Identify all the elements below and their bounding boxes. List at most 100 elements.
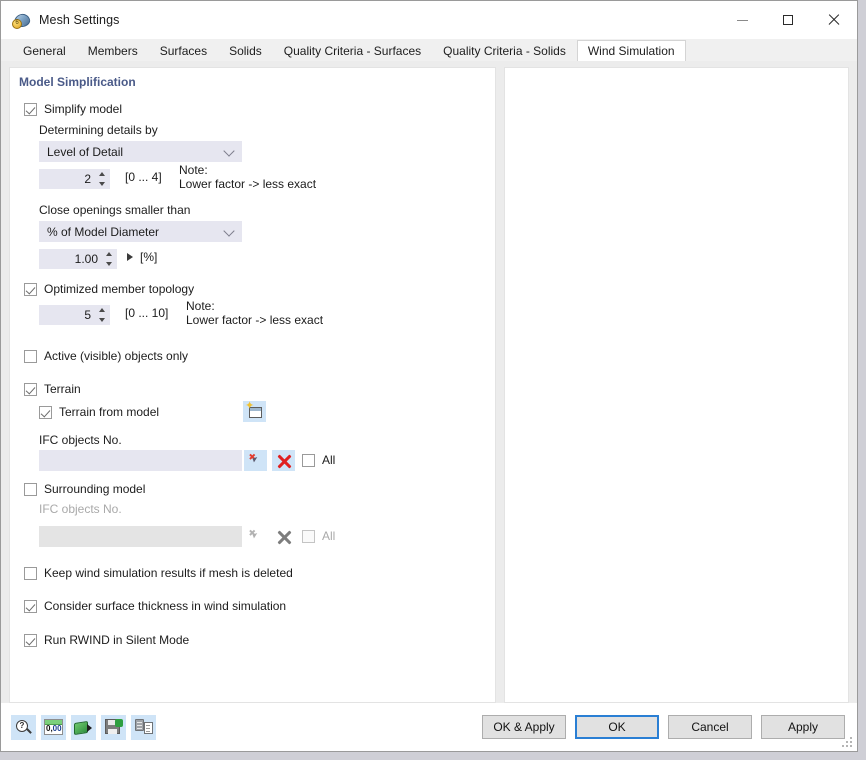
checkbox-box: [24, 349, 37, 363]
window-title: Mesh Settings: [39, 13, 120, 27]
close-openings-number: 1.00: [74, 252, 98, 266]
select-objects-icon: ✖: [249, 528, 263, 544]
ok-button[interactable]: OK: [575, 715, 659, 739]
stepper-arrows-icon[interactable]: [104, 252, 113, 266]
terrain-all-checkbox[interactable]: All: [302, 453, 335, 467]
optimized-member-topology-stepper[interactable]: 5: [39, 305, 110, 325]
select-objects-icon: ✖: [249, 452, 263, 468]
tab-surfaces[interactable]: Surfaces: [148, 40, 219, 61]
maximize-icon: [783, 15, 793, 25]
checkbox-box: [24, 102, 37, 116]
determining-details-dropdown[interactable]: Level of Detail: [39, 141, 242, 162]
apply-button[interactable]: Apply: [761, 715, 845, 739]
optimized-member-topology-range: [0 ... 10]: [125, 306, 169, 320]
terrain-select-objects-button[interactable]: ✖: [244, 450, 267, 471]
optimized-member-topology-label: Optimized member topology: [44, 282, 195, 296]
tab-solids[interactable]: Solids: [218, 40, 273, 61]
export-model-icon: [74, 720, 93, 735]
ok-and-apply-button[interactable]: OK & Apply: [482, 715, 566, 739]
save-settings-icon: [104, 719, 123, 735]
optimized-member-topology-note: Note: Lower factor -> less exact: [186, 299, 324, 327]
level-of-detail-note: Note: Lower factor -> less exact: [179, 163, 317, 191]
checkbox-box: [24, 566, 37, 580]
close-openings-dropdown[interactable]: % of Model Diameter: [39, 221, 242, 242]
window-controls: [719, 1, 857, 39]
surrounding-model-checkbox[interactable]: Surrounding model: [24, 482, 145, 496]
consider-thickness-label: Consider surface thickness in wind simul…: [44, 599, 287, 613]
keep-results-checkbox[interactable]: Keep wind simulation results if mesh is …: [24, 566, 293, 580]
help-icon: ?: [15, 719, 32, 736]
terrain-ifc-label: IFC objects No.: [39, 433, 122, 447]
minimize-button[interactable]: [719, 1, 765, 39]
stepper-arrows-icon[interactable]: [97, 172, 106, 186]
save-settings-button[interactable]: [101, 714, 126, 740]
terrain-checkbox[interactable]: Terrain: [24, 382, 81, 396]
tab-members[interactable]: Members: [76, 40, 149, 61]
tab-quality-criteria-solids[interactable]: Quality Criteria - Solids: [432, 40, 577, 61]
help-button[interactable]: ?: [11, 714, 36, 740]
preview-panel: [504, 67, 849, 703]
clear-selection-icon: [277, 454, 291, 468]
consider-thickness-checkbox[interactable]: Consider surface thickness in wind simul…: [24, 599, 286, 613]
checkbox-box: [302, 529, 315, 543]
level-of-detail-stepper[interactable]: 2: [39, 169, 110, 189]
active-visible-objects-label: Active (visible) objects only: [44, 349, 189, 363]
close-openings-label: Close openings smaller than: [39, 203, 191, 217]
close-openings-unit: [%]: [140, 250, 158, 264]
checkbox-box: [24, 633, 37, 647]
surrounding-all-label: All: [322, 529, 336, 543]
tab-quality-criteria-surfaces[interactable]: Quality Criteria - Surfaces: [272, 40, 433, 61]
cancel-button[interactable]: Cancel: [668, 715, 752, 739]
terrain-clear-selection-button[interactable]: [272, 450, 295, 471]
chevron-down-icon: [223, 224, 235, 237]
optimized-member-topology-value: 5: [84, 308, 91, 322]
terrain-from-model-checkbox[interactable]: Terrain from model: [39, 405, 159, 419]
surrounding-clear-selection-button: [272, 526, 295, 547]
terrain-ifc-input[interactable]: [39, 450, 242, 471]
export-model-button[interactable]: [71, 714, 96, 740]
tab-bar: General Members Surfaces Solids Quality …: [1, 39, 857, 61]
terrain-from-model-button[interactable]: ✦: [243, 401, 266, 422]
units-button[interactable]: 0,00: [41, 714, 66, 740]
section-title: Model Simplification: [19, 75, 136, 89]
maximize-button[interactable]: [765, 1, 811, 39]
checkbox-box: [302, 453, 315, 467]
close-openings-play-button[interactable]: [127, 253, 133, 261]
close-button[interactable]: [811, 1, 857, 39]
close-icon: [828, 14, 840, 26]
dialog-footer: ? 0,00 OK & Apply OK Cancel Apply: [1, 703, 857, 751]
footer-toolbar: ? 0,00: [11, 714, 156, 740]
surrounding-model-label: Surrounding model: [44, 482, 146, 496]
surrounding-ifc-label: IFC objects No.: [39, 502, 122, 516]
surrounding-ifc-input: [39, 526, 242, 547]
clear-selection-icon: [277, 530, 291, 544]
optimized-member-topology-checkbox[interactable]: Optimized member topology: [24, 282, 194, 296]
active-visible-objects-checkbox[interactable]: Active (visible) objects only: [24, 349, 188, 363]
silent-mode-checkbox[interactable]: Run RWIND in Silent Mode: [24, 633, 189, 647]
simplify-model-checkbox[interactable]: Simplify model: [24, 102, 122, 116]
chevron-down-icon: [223, 144, 235, 157]
stepper-arrows-icon[interactable]: [97, 308, 106, 322]
terrain-all-label: All: [322, 453, 336, 467]
copy-settings-icon: [134, 719, 153, 735]
keep-results-label: Keep wind simulation results if mesh is …: [44, 566, 293, 580]
terrain-label: Terrain: [44, 382, 81, 396]
settings-panel: Model Simplification Simplify model Dete…: [9, 67, 496, 703]
tab-wind-simulation[interactable]: Wind Simulation: [576, 40, 686, 61]
checkbox-box: [24, 382, 37, 396]
level-of-detail-range: [0 ... 4]: [125, 170, 162, 184]
close-openings-value: % of Model Diameter: [47, 224, 160, 239]
copy-settings-button[interactable]: [131, 714, 156, 740]
surrounding-select-objects-button: ✖: [244, 526, 267, 547]
determining-details-value: Level of Detail: [47, 144, 124, 159]
determining-details-label: Determining details by: [39, 123, 158, 137]
simplify-model-label: Simplify model: [44, 102, 123, 116]
checkbox-box: [24, 282, 37, 296]
tab-general[interactable]: General: [12, 40, 77, 61]
checkbox-box: [39, 405, 52, 419]
footer-buttons: OK & Apply OK Cancel Apply: [482, 715, 845, 739]
terrain-from-model-label: Terrain from model: [59, 405, 160, 419]
close-openings-stepper[interactable]: 1.00: [39, 249, 117, 269]
mesh-settings-icon: 6: [12, 11, 32, 29]
resize-grip[interactable]: [842, 737, 853, 748]
